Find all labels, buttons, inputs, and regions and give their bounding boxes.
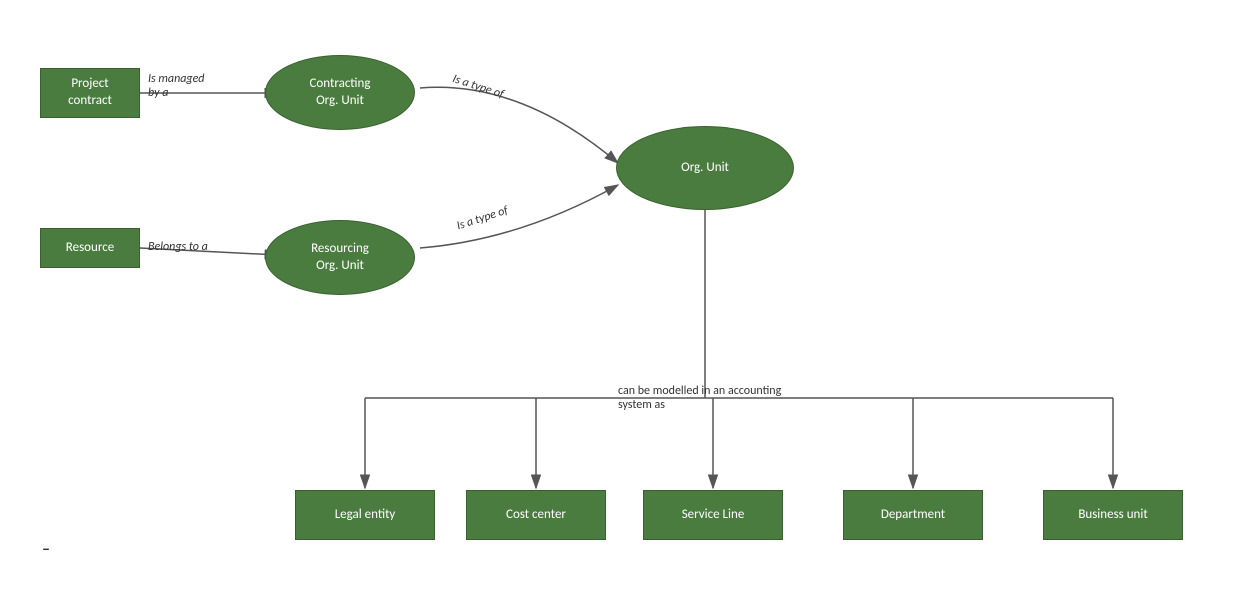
project-contract-node: Project contract (40, 68, 140, 118)
contracting-org-unit-node: Contracting Org. Unit (265, 55, 415, 130)
is-type-of-resourcing-label: Is a type of (455, 204, 510, 234)
diagram-container: Project contract Contracting Org. Unit R… (0, 0, 1233, 596)
department-node: Department (843, 490, 983, 540)
resource-node: Resource (40, 228, 140, 268)
business-unit-node: Business unit (1043, 490, 1183, 540)
can-be-modelled-label: can be modelled in an accounting system … (618, 370, 781, 412)
belongs-to-label: Belongs to a (148, 240, 208, 254)
legal-entity-node: Legal entity (295, 490, 435, 540)
resourcing-org-unit-node: Resourcing Org. Unit (265, 220, 415, 295)
service-line-node: Service Line (643, 490, 783, 540)
org-unit-node: Org. Unit (616, 126, 794, 210)
is-type-of-contracting-label: Is a type of (451, 72, 506, 102)
cost-center-node: Cost center (466, 490, 606, 540)
minus-icon: – (42, 540, 50, 559)
is-managed-by-label: Is managed by a (148, 72, 204, 100)
